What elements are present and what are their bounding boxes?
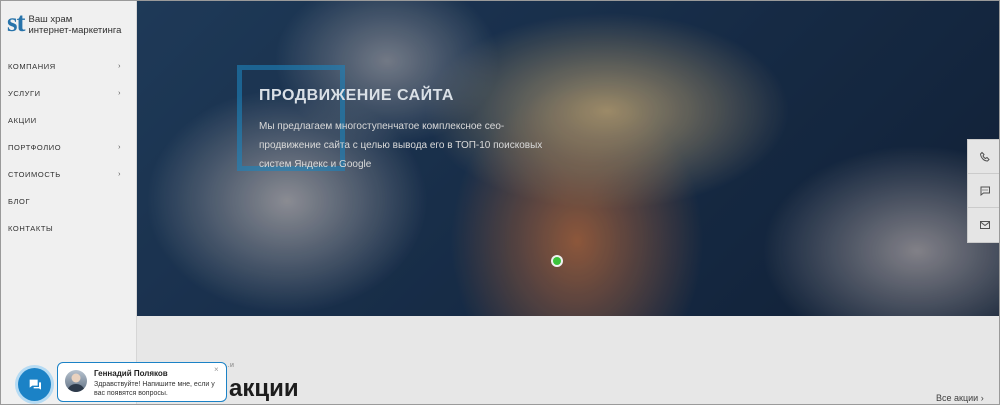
nav-item-services[interactable]: УСЛУГИ › (1, 80, 137, 107)
all-promotions-link[interactable]: Все акции › (936, 393, 984, 403)
chevron-right-icon: › (980, 393, 984, 403)
agent-message: Здравствуйте! Напишите мне, если у вас п… (94, 381, 215, 397)
nav-item-label: КОМПАНИЯ (8, 62, 56, 71)
agent-name: Геннадий Поляков (94, 369, 168, 378)
sidebar: st Ваш храм интернет-маркетинга КОМПАНИЯ… (1, 1, 137, 404)
nav-item-contacts[interactable]: КОНТАКТЫ (1, 215, 137, 242)
logo-tagline: Ваш храм интернет-маркетинга (29, 14, 122, 36)
nav-item-label: УСЛУГИ (8, 89, 41, 98)
close-icon[interactable]: × (214, 365, 219, 374)
hero-description: Мы предлагаем многоступенчатое комплексн… (259, 121, 543, 170)
main-nav: КОМПАНИЯ › УСЛУГИ › АКЦИИ ПОРТФОЛИО › СТОИМ… (1, 53, 137, 242)
nav-item-label: АКЦИИ (8, 116, 37, 125)
page-frame: st Ваш храм интернет-маркетинга КОМПАНИЯ… (0, 0, 1000, 405)
nav-item-label: БЛОГ (8, 197, 31, 206)
hero-banner: ПРОДВИЖЕНИЕ САЙТА Мы предлагаем многосту… (137, 1, 999, 316)
chevron-right-icon: › (118, 63, 121, 70)
nav-item-promotions[interactable]: АКЦИИ (1, 107, 137, 134)
phone-icon (979, 151, 990, 162)
chat-greeting-popup[interactable]: Геннадий Поляков Здравствуйте! Напишите … (57, 362, 227, 402)
logo[interactable]: st Ваш храм интернет-маркетинга (7, 7, 122, 37)
nav-item-pricing[interactable]: СТОИМОСТЬ › (1, 161, 137, 188)
chevron-right-icon: › (118, 90, 121, 97)
nav-item-label: СТОИМОСТЬ (8, 170, 61, 179)
mail-icon (979, 221, 990, 229)
chevron-right-icon: › (118, 144, 121, 151)
section-title: акции (229, 375, 299, 402)
callback-button[interactable] (968, 140, 999, 174)
logo-line-2: интернет-маркетинга (28, 25, 122, 36)
logo-line-1: Ваш храм (28, 14, 73, 25)
contact-rail (967, 139, 999, 243)
slider-dot[interactable] (553, 257, 561, 265)
logo-mark: st (7, 7, 25, 37)
person-icon (67, 373, 85, 392)
nav-item-label: ПОРТФОЛИО (8, 143, 62, 152)
nav-item-label: КОНТАКТЫ (8, 224, 54, 233)
chat-launcher-button[interactable] (18, 368, 51, 401)
chevron-right-icon: › (118, 171, 121, 178)
all-promotions-label: Все акции (936, 393, 979, 403)
nav-item-blog[interactable]: БЛОГ (1, 188, 137, 215)
mail-rail-button[interactable] (968, 208, 999, 242)
chat-bubbles-icon (28, 379, 41, 390)
agent-avatar (65, 370, 87, 392)
chat-rail-button[interactable] (968, 174, 999, 208)
hero-title: ПРОДВИЖЕНИЕ САЙТА (259, 87, 454, 104)
nav-item-portfolio[interactable]: ПОРТФОЛИО › (1, 134, 137, 161)
nav-item-company[interactable]: КОМПАНИЯ › (1, 53, 137, 80)
chat-icon (980, 186, 990, 196)
